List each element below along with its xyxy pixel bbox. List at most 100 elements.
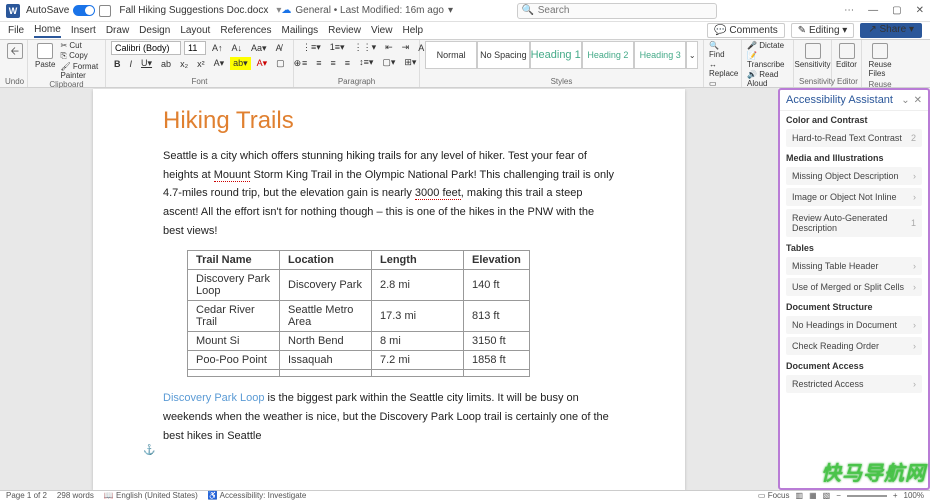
doc-link[interactable]: Discovery Park Loop [163,392,265,404]
doc-title[interactable]: Hiking Trails [163,107,615,135]
table-header-row[interactable]: Trail Name Location Length Elevation [188,251,530,270]
increase-indent-button[interactable]: ⇥ [399,41,413,54]
zoom-out-button[interactable]: − [836,491,841,500]
underline-button[interactable]: U▾ [138,57,155,70]
menu-review[interactable]: Review [328,25,361,36]
shading-button[interactable]: ▢▾ [379,56,398,69]
copy-button[interactable]: ⎘ Copy [60,51,100,61]
close-button[interactable]: ✕ [916,5,924,16]
table-row[interactable]: Cedar River TrailSeattle Metro Area17.3 … [188,301,530,332]
menu-file[interactable]: File [8,25,24,36]
panel-item[interactable]: Use of Merged or Split Cells› [786,278,922,296]
panel-item[interactable]: Hard-to-Read Text Contrast2 [786,129,922,147]
undo-button[interactable] [5,41,25,61]
menu-view[interactable]: View [371,25,393,36]
style-heading-3[interactable]: Heading 3 [634,41,686,69]
style-no-spacing[interactable]: No Spacing [477,41,529,69]
page[interactable]: Hiking Trails Seattle is a city which of… [93,89,685,490]
panel-item[interactable]: Restricted Access› [786,375,922,393]
zoom-slider[interactable] [847,495,887,497]
read-aloud-button[interactable]: 🔊 Read Aloud [747,70,788,88]
focus-mode-button[interactable]: ▭ Focus [758,491,790,500]
ribbon-options-icon[interactable]: ⋯ [844,5,854,16]
font-name-box[interactable] [111,41,181,55]
subscript-button[interactable]: x₂ [177,58,191,70]
panel-item[interactable]: No Headings in Document› [786,316,922,334]
zoom-level[interactable]: 100% [904,491,924,500]
doc-paragraph-1[interactable]: Seattle is a city which offers stunning … [163,147,615,240]
table-row[interactable]: Discovery Park LoopDiscovery Park2.8 mi1… [188,270,530,301]
clear-formatting-button[interactable]: A̸ [273,42,285,54]
menu-home[interactable]: Home [34,24,61,38]
bullets-button[interactable]: ⋮≡▾ [299,41,324,54]
align-left-button[interactable]: ≡ [299,57,310,69]
status-accessibility[interactable]: ♿ Accessibility: Investigate [208,491,306,500]
cut-button[interactable]: ✂ Cut [60,41,100,50]
menu-insert[interactable]: Insert [71,25,96,36]
line-spacing-button[interactable]: ↕≡▾ [356,56,376,69]
status-page[interactable]: Page 1 of 2 [6,491,47,500]
status-word-count[interactable]: 298 words [57,491,94,500]
format-painter-button[interactable]: 🖌 Format Painter [60,62,100,80]
document-filename[interactable]: Fall Hiking Suggestions Doc.docx [119,5,268,16]
table-row[interactable]: Poo-Poo PointIssaquah7.2 mi1858 ft [188,351,530,370]
dictate-button[interactable]: 🎤 Dictate [747,41,788,50]
view-web-layout-button[interactable]: ▧ [823,491,831,500]
panel-item[interactable]: Image or Object Not Inline› [786,188,922,206]
menu-mailings[interactable]: Mailings [281,25,318,36]
font-size-box[interactable] [184,41,206,55]
character-border-button[interactable]: ▢ [273,57,288,70]
highlight-button[interactable]: ab▾ [230,57,251,70]
italic-button[interactable]: I [127,58,136,70]
menu-draw[interactable]: Draw [106,25,129,36]
numbering-button[interactable]: 1≡▾ [327,41,348,54]
editing-mode-button[interactable]: ✎ Editing ▾ [791,23,855,38]
borders-button[interactable]: ⊞▾ [401,56,419,69]
document-canvas[interactable]: Hiking Trails Seattle is a city which of… [0,88,778,490]
justify-button[interactable]: ≡ [342,57,353,69]
maximize-button[interactable]: ▢ [892,5,901,16]
status-language[interactable]: 📖 English (United States) [104,491,198,500]
grow-font-button[interactable]: A↑ [209,42,226,54]
view-print-layout-button[interactable]: ▦ [809,491,817,500]
sensitivity-button[interactable]: Sensitivity [799,41,826,71]
search-input[interactable] [517,3,717,19]
minimize-button[interactable]: — [868,5,878,16]
menu-references[interactable]: References [220,25,271,36]
align-right-button[interactable]: ≡ [328,57,339,69]
reuse-files-button[interactable]: Reuse Files [867,41,893,80]
grammar-error-1[interactable]: 3000 feet [415,187,461,200]
bold-button[interactable]: B [111,58,124,70]
view-read-mode-button[interactable]: ▥ [796,491,804,500]
doc-paragraph-2[interactable]: Discovery Park Loop is the biggest park … [163,389,615,445]
shrink-font-button[interactable]: A↓ [229,42,246,54]
styles-gallery[interactable]: Normal No Spacing Heading 1 Heading 2 He… [425,41,698,69]
style-heading-1[interactable]: Heading 1 [530,41,582,69]
style-heading-2[interactable]: Heading 2 [582,41,634,69]
change-case-button[interactable]: Aa▾ [248,42,270,55]
anchor-icon[interactable]: ⚓ [143,445,155,456]
text-effects-button[interactable]: A▾ [211,57,228,70]
replace-button[interactable]: ↔ Replace [709,60,736,78]
panel-close-icon[interactable]: ✕ [914,95,922,106]
find-button[interactable]: 🔍 Find [709,41,736,59]
strikethrough-button[interactable]: ab [158,58,174,70]
transcribe-button[interactable]: 📝 Transcribe [747,51,788,69]
panel-item[interactable]: Missing Object Description› [786,167,922,185]
paste-button[interactable]: Paste [33,41,57,71]
multilevel-list-button[interactable]: ⋮⋮▾ [351,41,380,54]
table-row[interactable]: Mount SiNorth Bend8 mi3150 ft [188,332,530,351]
styles-more-button[interactable]: ⌄ [687,51,697,60]
menu-design[interactable]: Design [139,25,170,36]
menu-help[interactable]: Help [402,25,423,36]
spelling-error-1[interactable]: Mouunt [214,169,251,182]
font-color-button[interactable]: A▾ [254,57,271,70]
decrease-indent-button[interactable]: ⇤ [382,41,396,54]
zoom-in-button[interactable]: + [893,491,898,500]
panel-item[interactable]: Review Auto-Generated Description1 [786,209,922,237]
style-normal[interactable]: Normal [425,41,477,69]
breadcrumb[interactable]: ☁ General • Last Modified: 16m ago ▾ [281,5,453,16]
panel-dropdown-icon[interactable]: ⌄ [901,95,909,106]
align-center-button[interactable]: ≡ [313,57,324,69]
editor-button[interactable]: Editor [837,41,856,71]
